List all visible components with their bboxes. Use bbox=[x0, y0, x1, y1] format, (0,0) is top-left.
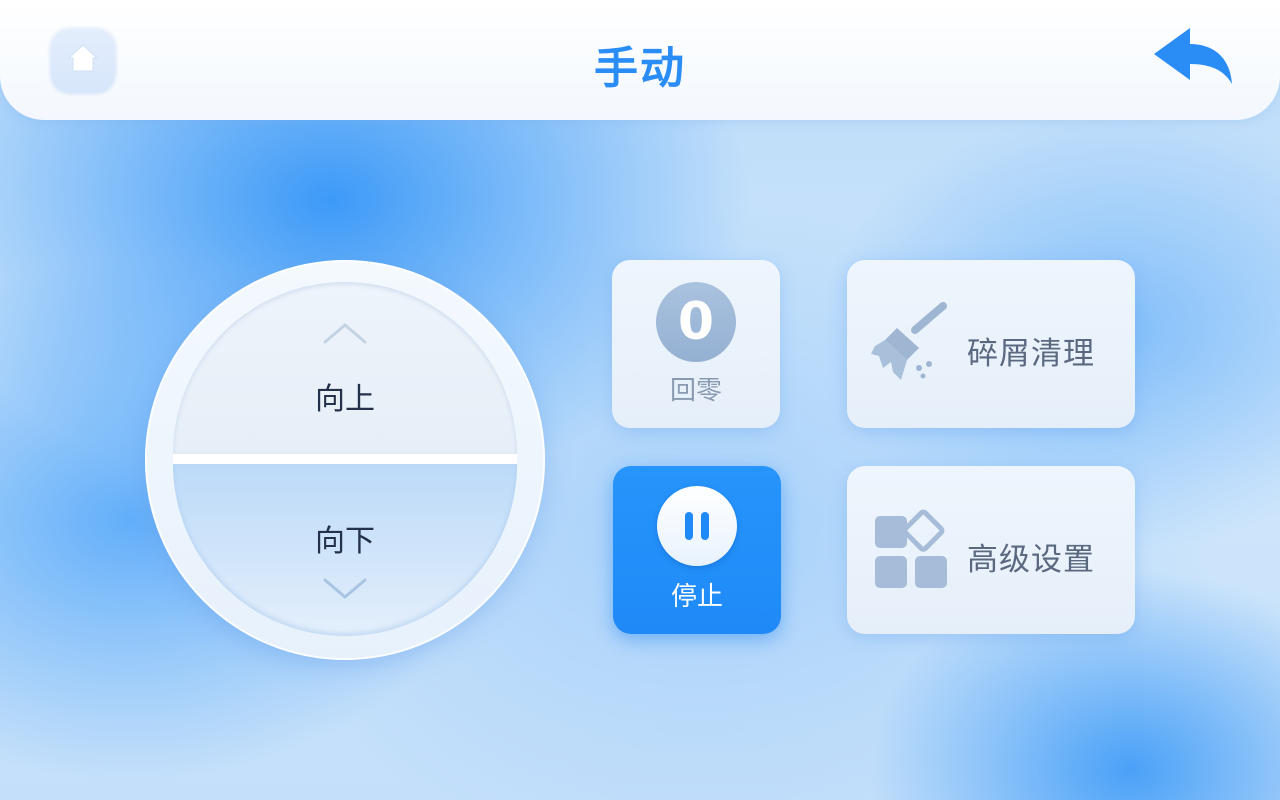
back-arrow-icon bbox=[1150, 24, 1236, 94]
advanced-settings-label: 高级设置 bbox=[967, 542, 1095, 578]
zero-icon: 0 bbox=[656, 282, 736, 362]
back-button[interactable] bbox=[1148, 26, 1238, 92]
return-zero-button[interactable]: 0 回零 bbox=[612, 260, 780, 428]
stop-label: 停止 bbox=[670, 582, 723, 612]
header-bar: 手动 bbox=[0, 0, 1280, 120]
move-up-button[interactable]: 向上 bbox=[173, 282, 517, 456]
apps-grid-icon bbox=[867, 508, 953, 594]
move-down-label: 向下 bbox=[315, 524, 375, 559]
pause-icon bbox=[657, 486, 737, 566]
page-title: 手动 bbox=[594, 43, 686, 94]
up-down-dial: 向上 向下 bbox=[145, 260, 545, 660]
broom-icon bbox=[867, 302, 953, 388]
return-zero-label: 回零 bbox=[669, 376, 722, 406]
debris-cleaning-label: 碎屑清理 bbox=[967, 336, 1095, 372]
move-up-label: 向上 bbox=[315, 382, 375, 417]
debris-cleaning-button[interactable]: 碎屑清理 bbox=[847, 260, 1135, 428]
stop-button[interactable]: 停止 bbox=[613, 466, 781, 634]
move-down-button[interactable]: 向下 bbox=[173, 464, 517, 636]
chevron-down-icon bbox=[323, 578, 367, 600]
dial-divider bbox=[173, 454, 517, 464]
advanced-settings-button[interactable]: 高级设置 bbox=[847, 466, 1135, 634]
chevron-up-icon bbox=[323, 322, 367, 344]
